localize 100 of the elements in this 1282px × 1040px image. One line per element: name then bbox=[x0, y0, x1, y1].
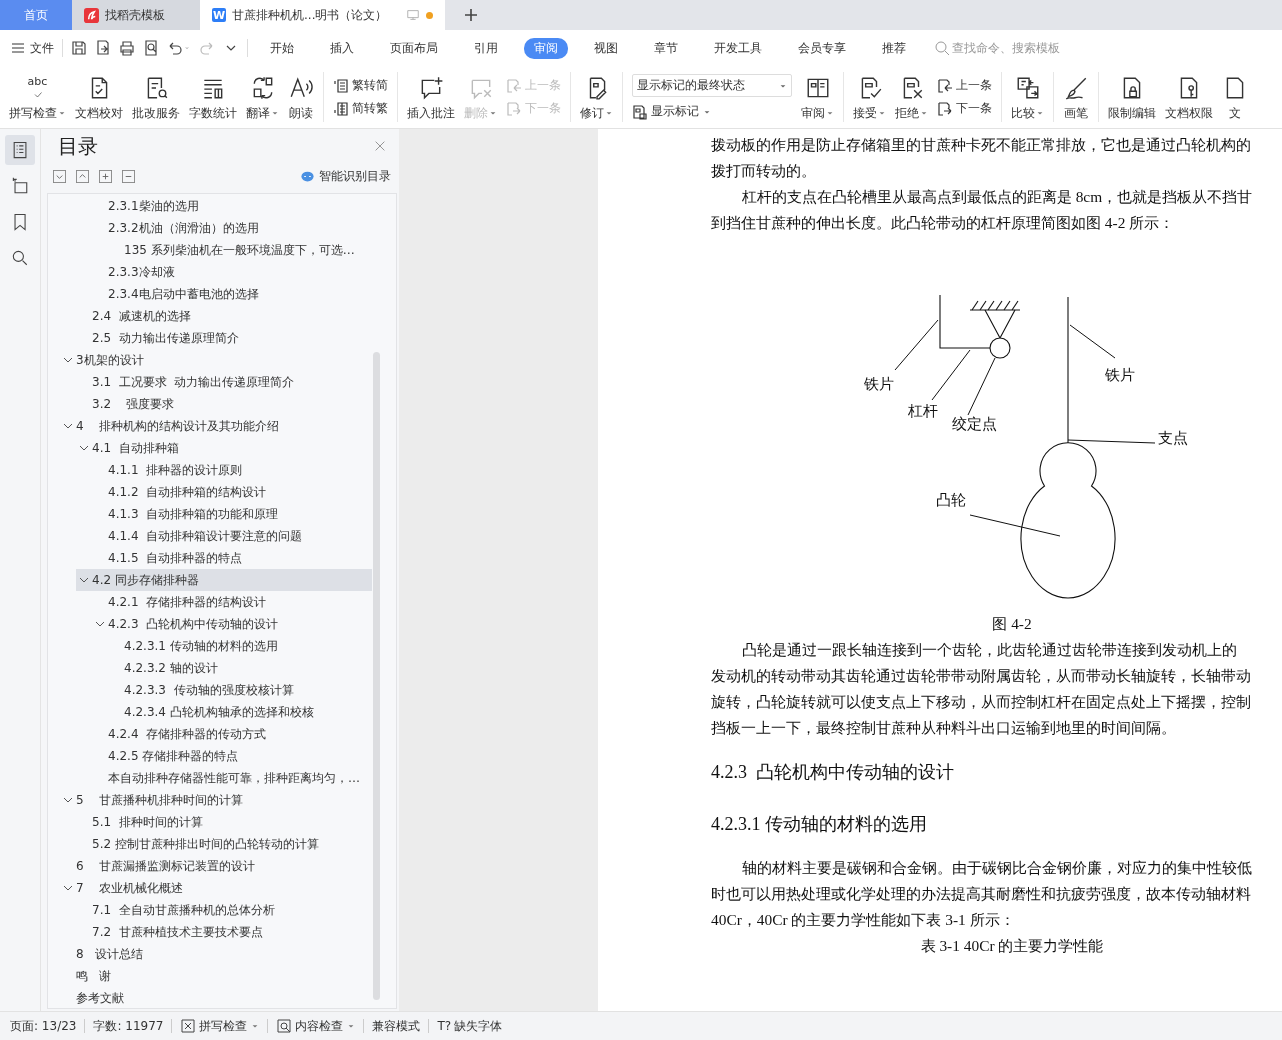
toc-item[interactable]: 7 农业机械化概述 bbox=[60, 877, 372, 899]
toc-item[interactable]: 鸣 谢 bbox=[60, 965, 372, 987]
undo-icon[interactable] bbox=[167, 40, 183, 56]
status-button[interactable]: T? 缺失字体 bbox=[437, 1017, 503, 1035]
ribbon-button[interactable]: 接受 bbox=[850, 70, 889, 124]
ribbon-tab[interactable]: 会员专享 bbox=[788, 37, 856, 59]
menu-icon bbox=[10, 40, 26, 56]
toc-item[interactable]: 4.1.2 自动排种箱的结构设计 bbox=[92, 481, 372, 503]
ribbon-button[interactable]: 批改服务 bbox=[129, 70, 183, 124]
ribbon-button[interactable]: 文档权限 bbox=[1162, 70, 1216, 124]
ribbon-button[interactable]: 比较 bbox=[1008, 70, 1047, 124]
toc-item[interactable]: 2.3.2机油（润滑油）的选用 bbox=[92, 217, 372, 239]
ribbon-small-button[interactable]: 简转繁 bbox=[333, 100, 388, 117]
toc-item[interactable]: 4.1.3 自动排种箱的功能和原理 bbox=[92, 503, 372, 525]
toc-item[interactable]: 4.2.3 凸轮机构中传动轴的设计 bbox=[92, 613, 372, 635]
document-logo-icon: W bbox=[212, 8, 226, 22]
ribbon-small-button[interactable]: 下一条 bbox=[937, 100, 992, 117]
toc-item[interactable]: 参考文献 bbox=[60, 987, 372, 1008]
window-tab[interactable]: 找稻壳模板 bbox=[72, 0, 200, 30]
toc-item[interactable]: 4 排种机构的结构设计及其功能介绍 bbox=[60, 415, 372, 437]
next-icon bbox=[937, 100, 953, 117]
scrollbar[interactable] bbox=[373, 352, 380, 1000]
window-tab[interactable]: W 甘蔗排种机机...明书（论文） bbox=[200, 0, 445, 30]
leader-line bbox=[931, 349, 971, 401]
expand-down-button[interactable] bbox=[53, 169, 66, 183]
ribbon-tab[interactable]: 视图 bbox=[584, 37, 628, 59]
toc-item[interactable]: 5 甘蔗播种机排种时间的计算 bbox=[60, 789, 372, 811]
ribbon-small-button[interactable]: 上一条 bbox=[937, 77, 992, 94]
ribbon-tab[interactable]: 插入 bbox=[320, 37, 364, 59]
toc-item[interactable]: 本自动排种存储器性能可靠，排种距离均匀，… bbox=[92, 767, 372, 789]
ribbon-button[interactable]: 朗读 bbox=[285, 70, 317, 124]
document-lines-icon bbox=[333, 77, 349, 94]
ribbon-tab[interactable]: 开发工具 bbox=[704, 37, 772, 59]
document-lines-icon bbox=[333, 100, 349, 117]
previous-icon bbox=[937, 77, 953, 94]
export-icon[interactable] bbox=[95, 40, 111, 56]
toc-item[interactable]: 3.2 强度要求 bbox=[76, 393, 372, 415]
ribbon-tab[interactable]: 推荐 bbox=[872, 37, 916, 59]
file-menu[interactable]: 文件 bbox=[10, 39, 54, 57]
toc-item[interactable]: 2.5 动力输出传递原理简介 bbox=[76, 327, 372, 349]
abc-glyph: abc bbox=[27, 75, 48, 88]
command-search-field[interactable]: 查找命令、搜索模板 bbox=[934, 40, 1082, 56]
ribbon-tab[interactable]: 引用 bbox=[464, 37, 508, 59]
ribbon-button[interactable]: 画笔 bbox=[1060, 70, 1092, 124]
add-button[interactable] bbox=[99, 169, 112, 183]
toc-item[interactable]: 4.2.4 存储排种器的传动方式 bbox=[92, 723, 372, 745]
toc-item[interactable]: 4.1 自动排种箱 bbox=[76, 437, 372, 459]
toc-item[interactable]: 4.1.5 自动排种器的特点 bbox=[92, 547, 372, 569]
ribbon-button[interactable]: 拒绝 bbox=[892, 70, 931, 124]
toc-item[interactable]: 4.2.3.3 传动轴的强度校核计算 bbox=[108, 679, 372, 701]
ribbon-tab[interactable]: 页面布局 bbox=[380, 37, 448, 59]
list-icon[interactable] bbox=[5, 135, 35, 165]
ribbon-button[interactable]: 翻译 bbox=[243, 70, 282, 124]
toc-item[interactable]: 4.1.4 自动排种箱设计要注意的问题 bbox=[92, 525, 372, 547]
toc-item[interactable]: 2.3.3冷却液 bbox=[92, 261, 372, 283]
new-tab-button[interactable] bbox=[463, 7, 479, 23]
status-button[interactable]: 拼写检查 bbox=[180, 1017, 260, 1035]
ribbon-button[interactable]: 文 bbox=[1219, 70, 1251, 124]
diagram-label: 杠杆 bbox=[908, 403, 938, 419]
ribbon-button[interactable]: 修订 bbox=[577, 70, 616, 124]
print-icon[interactable] bbox=[119, 40, 135, 56]
toc-item[interactable]: 7.1 全自动甘蔗播种机的总体分析 bbox=[76, 899, 372, 921]
toc-item[interactable]: 2.3.1柴油的选用 bbox=[92, 195, 372, 217]
toc-item[interactable]: 135 系列柴油机在一般环境温度下，可选… bbox=[108, 239, 372, 261]
ribbon-button[interactable]: 插入批注 bbox=[404, 70, 458, 124]
collapse-up-button[interactable] bbox=[76, 169, 89, 183]
search-icon bbox=[934, 40, 950, 56]
diagram-label: 铁片 bbox=[1105, 367, 1135, 383]
ribbon-button[interactable]: 审阅 bbox=[798, 70, 837, 124]
toc-item[interactable]: 3机架的设计 bbox=[60, 349, 372, 371]
ribbon-button[interactable]: abc 拼写检查 bbox=[6, 70, 69, 124]
ribbon-button[interactable]: 限制编辑 bbox=[1105, 70, 1159, 124]
ribbon-button[interactable]: 字数统计 bbox=[186, 70, 240, 124]
toc-item[interactable]: 7.2 甘蔗种植技术主要技术要点 bbox=[76, 921, 372, 943]
ribbon-button[interactable]: 文档校对 bbox=[72, 70, 126, 124]
ribbon-small-button[interactable]: 繁转简 bbox=[333, 77, 388, 94]
toc-item[interactable]: 6 甘蔗漏播监测标记装置的设计 bbox=[60, 855, 372, 877]
preview-icon[interactable] bbox=[143, 40, 159, 56]
toc-item[interactable]: 4.2.3.1 传动轴的材料的选用 bbox=[108, 635, 372, 657]
ribbon-small-button[interactable]: 显示标记 bbox=[632, 103, 792, 120]
toc-item[interactable]: 4.2.3.2 轴的设计 bbox=[108, 657, 372, 679]
markup-dropdown[interactable]: 显示标记的最终状态 bbox=[632, 74, 792, 97]
save-icon[interactable] bbox=[71, 40, 87, 56]
toc-item[interactable]: 4.2 同步存储排种器 bbox=[76, 569, 372, 591]
toc-item[interactable]: 5.1 排种时间的计算 bbox=[76, 811, 372, 833]
toc-item[interactable]: 3.1 工况要求 动力输出传递原理简介 bbox=[76, 371, 372, 393]
toc-item[interactable]: 4.2.3.4 凸轮机构轴承的选择和校核 bbox=[108, 701, 372, 723]
toc-item[interactable]: 8 设计总结 bbox=[60, 943, 372, 965]
close-icon[interactable] bbox=[373, 139, 387, 153]
toc-item[interactable]: 4.2.5 存储排种器的特点 bbox=[92, 745, 372, 767]
ribbon-tab[interactable]: 章节 bbox=[644, 37, 688, 59]
toc-item[interactable]: 2.3.4电启动中蓄电池的选择 bbox=[92, 283, 372, 305]
toc-item[interactable]: 4.2.1 存储排种器的结构设计 bbox=[92, 591, 372, 613]
smart-toc-button[interactable]: 智能识别目录 bbox=[300, 167, 391, 185]
toc-item[interactable]: 5.2 控制甘蔗种排出时间的凸轮转动的计算 bbox=[76, 833, 372, 855]
status-button[interactable]: 内容检查 bbox=[276, 1017, 356, 1035]
ribbon-tab[interactable]: 开始 bbox=[260, 37, 304, 59]
toc-item[interactable]: 2.4 减速机的选择 bbox=[76, 305, 372, 327]
remove-button[interactable] bbox=[122, 169, 135, 183]
toc-item[interactable]: 4.1.1 排种器的设计原则 bbox=[92, 459, 372, 481]
